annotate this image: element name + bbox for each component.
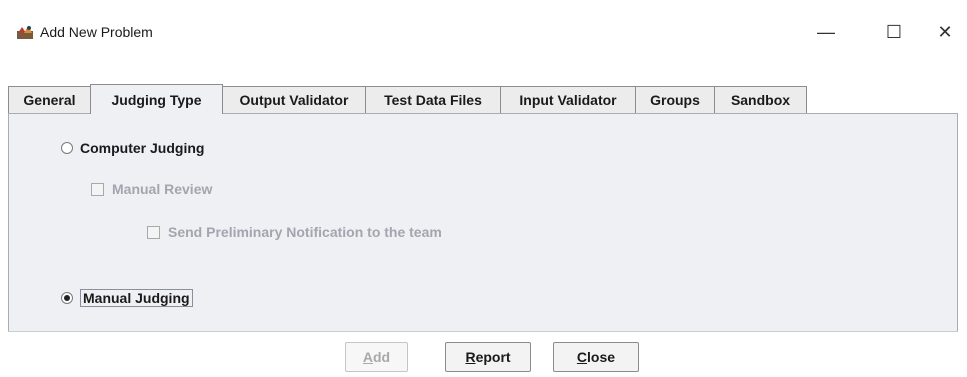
tab-strip: General Judging Type Output Validator Te… — [8, 84, 958, 114]
tab-label: Sandbox — [730, 92, 791, 108]
maximize-button[interactable]: ☐ — [874, 15, 914, 49]
app-window-icon — [16, 24, 34, 40]
manual-judging-radio[interactable] — [61, 292, 73, 304]
add-label-rest: dd — [373, 349, 391, 365]
tab-label: Input Validator — [519, 92, 617, 108]
report-mnemonic: R — [465, 349, 476, 365]
tab-label: Output Validator — [239, 92, 349, 108]
tab-output-validator[interactable]: Output Validator — [222, 86, 366, 113]
dialog-window: Add New Problem — ☐ ✕ General Judging Ty… — [0, 0, 967, 377]
close-button[interactable]: Close — [553, 342, 639, 372]
button-bar-divider — [8, 331, 958, 332]
tab-general[interactable]: General — [8, 86, 91, 113]
manual-review-option[interactable]: Manual Review — [91, 181, 212, 197]
close-label-rest: lose — [587, 349, 616, 365]
window-title: Add New Problem — [40, 24, 153, 40]
maximize-icon: ☐ — [885, 21, 903, 42]
close-icon: ✕ — [937, 21, 953, 42]
computer-judging-option[interactable]: Computer Judging — [61, 140, 204, 156]
send-preliminary-checkbox[interactable] — [147, 225, 160, 239]
minimize-icon: — — [817, 21, 835, 42]
computer-judging-label: Computer Judging — [80, 140, 205, 156]
minimize-button[interactable]: — — [806, 15, 846, 49]
tab-groups[interactable]: Groups — [635, 86, 715, 113]
tab-label: Test Data Files — [384, 92, 482, 108]
title-bar: Add New Problem — ☐ ✕ — [0, 0, 967, 62]
send-preliminary-label: Send Preliminary Notification to the tea… — [168, 224, 442, 240]
tab-label: General — [23, 92, 76, 108]
tab-sandbox[interactable]: Sandbox — [714, 86, 807, 113]
manual-review-label: Manual Review — [112, 181, 213, 197]
close-mnemonic: C — [576, 349, 588, 365]
tab-judging-type[interactable]: Judging Type — [90, 84, 223, 114]
report-label-rest: eport — [475, 349, 511, 365]
manual-judging-option[interactable]: Manual Judging — [61, 289, 193, 307]
report-button[interactable]: Report — [445, 342, 531, 372]
manual-review-checkbox[interactable] — [91, 182, 104, 196]
add-mnemonic: A — [362, 349, 373, 365]
add-button[interactable]: Add — [345, 342, 408, 372]
close-window-button[interactable]: ✕ — [925, 15, 965, 49]
tab-input-validator[interactable]: Input Validator — [500, 86, 636, 113]
send-preliminary-option[interactable]: Send Preliminary Notification to the tea… — [147, 224, 442, 240]
tab-label: Groups — [650, 92, 700, 108]
manual-judging-label: Manual Judging — [80, 289, 193, 307]
tab-label: Judging Type — [111, 91, 202, 108]
computer-judging-radio[interactable] — [61, 142, 73, 154]
tab-test-data-files[interactable]: Test Data Files — [365, 86, 501, 113]
